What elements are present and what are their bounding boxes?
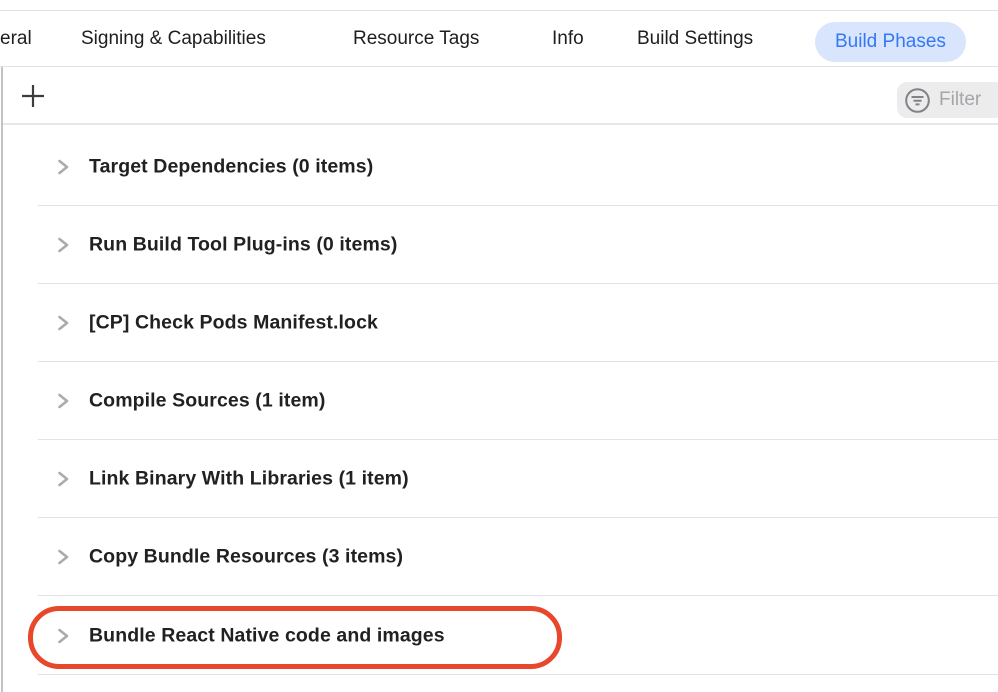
phase-row-link-binary-with-libraries[interactable]: Link Binary With Libraries (1 item) xyxy=(3,440,998,518)
add-build-phase-button[interactable] xyxy=(18,82,48,112)
phase-row-cp-check-pods-manifest[interactable]: [CP] Check Pods Manifest.lock xyxy=(3,284,998,362)
tab-build-settings[interactable]: Build Settings xyxy=(637,11,753,67)
build-phases-toolbar: Filter xyxy=(3,67,998,125)
chevron-right-icon[interactable] xyxy=(55,393,71,409)
filter-input[interactable]: Filter xyxy=(897,82,998,118)
phase-title: Compile Sources (1 item) xyxy=(89,390,325,413)
tab-build-phases[interactable]: Build Phases xyxy=(815,22,966,62)
chevron-right-icon[interactable] xyxy=(55,237,71,253)
tab-general[interactable]: eral xyxy=(0,11,32,67)
phase-row-bundle-react-native[interactable]: Bundle React Native code and images xyxy=(3,596,998,675)
tab-info[interactable]: Info xyxy=(552,11,584,67)
phase-row-copy-bundle-resources[interactable]: Copy Bundle Resources (3 items) xyxy=(3,518,998,596)
phase-row-compile-sources[interactable]: Compile Sources (1 item) xyxy=(3,362,998,440)
chevron-right-icon[interactable] xyxy=(55,628,71,644)
chevron-right-icon[interactable] xyxy=(55,315,71,331)
phase-row-run-build-tool-plugins[interactable]: Run Build Tool Plug-ins (0 items) xyxy=(3,206,998,284)
plus-icon xyxy=(20,83,46,112)
tab-signing-capabilities[interactable]: Signing & Capabilities xyxy=(81,11,266,67)
phase-row-target-dependencies[interactable]: Target Dependencies (0 items) xyxy=(3,127,998,206)
chevron-right-icon[interactable] xyxy=(55,549,71,565)
filter-icon xyxy=(904,87,931,114)
phase-title: Link Binary With Libraries (1 item) xyxy=(89,468,409,491)
build-phases-list: Target Dependencies (0 items) Run Build … xyxy=(3,127,998,675)
phase-title: [CP] Check Pods Manifest.lock xyxy=(89,312,378,335)
phase-title: Run Build Tool Plug-ins (0 items) xyxy=(89,234,397,257)
phase-title: Bundle React Native code and images xyxy=(89,624,445,647)
phase-title: Target Dependencies (0 items) xyxy=(89,155,373,178)
tab-resource-tags[interactable]: Resource Tags xyxy=(353,11,479,67)
chevron-right-icon[interactable] xyxy=(55,471,71,487)
phase-title: Copy Bundle Resources (3 items) xyxy=(89,546,403,569)
filter-placeholder: Filter xyxy=(939,89,981,111)
project-tab-bar: eral Signing & Capabilities Resource Tag… xyxy=(0,11,998,67)
chevron-right-icon[interactable] xyxy=(55,159,71,175)
